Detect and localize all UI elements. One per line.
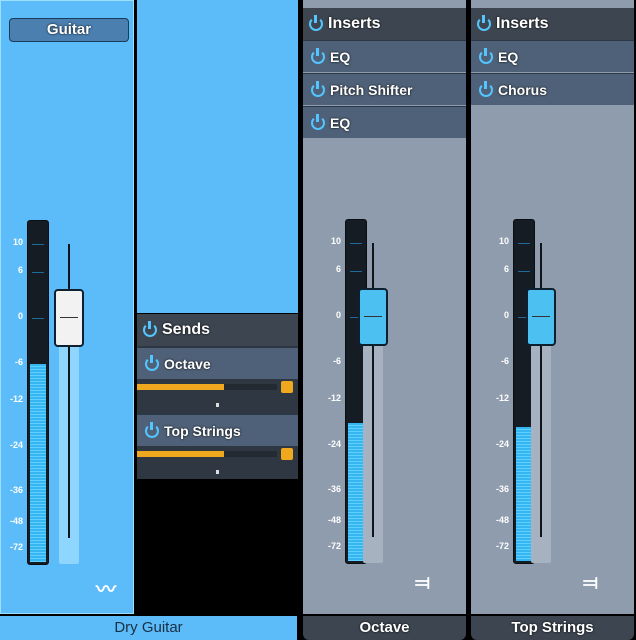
power-icon[interactable]	[143, 321, 157, 337]
scale-label: -24	[327, 439, 341, 449]
scale-label: -36	[495, 484, 509, 494]
scale-label: -12	[327, 393, 341, 403]
scale-label: 10	[498, 236, 509, 246]
scale-label: -12	[9, 394, 23, 404]
scale-label: -72	[327, 541, 341, 551]
scale-label: -6	[500, 356, 509, 366]
scale-label: 6	[335, 264, 341, 274]
scale-label: 10	[12, 237, 23, 247]
scale-label: -36	[9, 485, 23, 495]
output-routing-icon[interactable]: ⫤	[415, 572, 430, 595]
meter-mark	[518, 243, 530, 244]
meter-fill	[348, 423, 364, 561]
scale-label: -36	[327, 484, 341, 494]
meter-mark	[32, 272, 44, 273]
output-routing-icon[interactable]: ⫤	[583, 572, 598, 595]
inserts-title: Inserts	[328, 15, 381, 32]
meter-mark	[518, 271, 530, 272]
scale-label: 0	[335, 310, 341, 320]
scale-label: -48	[327, 515, 341, 525]
meter-fill	[30, 364, 46, 562]
scale-label: 0	[17, 311, 23, 321]
scale-label: -6	[332, 356, 341, 366]
power-icon[interactable]	[479, 47, 493, 64]
channel-strip-top-strings: Inserts EQ Chorus 10 6 0 -6 -12 -24 -36 -48 -72 ⫤	[471, 0, 634, 614]
power-icon[interactable]	[145, 421, 159, 438]
scale-label: -72	[9, 542, 23, 552]
level-meter	[27, 220, 49, 565]
insert-name: Pitch Shifter	[330, 81, 413, 98]
scale-label: 0	[503, 310, 509, 320]
send-level-fill	[137, 384, 224, 390]
power-icon[interactable]	[145, 354, 159, 371]
meter-mark	[350, 243, 362, 244]
send-name: Octave	[164, 355, 211, 372]
power-icon[interactable]	[309, 15, 323, 31]
volume-fader-handle[interactable]	[358, 288, 388, 346]
insert-slot[interactable]: Chorus	[471, 73, 634, 105]
meter-mark	[32, 244, 44, 245]
waveform-icon[interactable]: 〰	[96, 573, 116, 602]
channel-name-octave[interactable]: Octave	[303, 616, 466, 640]
scale-label: -72	[495, 541, 509, 551]
channel-name-dry-guitar[interactable]: Dry Guitar	[0, 616, 297, 640]
channel-strip-dry-guitar: Guitar 10 6 0 -6 -12 -24 -36 -48 -72 〰	[0, 0, 134, 614]
channel-name-top-strings[interactable]: Top Strings	[471, 616, 634, 640]
insert-slot[interactable]: Pitch Shifter	[303, 73, 466, 105]
insert-slot[interactable]: EQ	[303, 40, 466, 72]
power-icon[interactable]	[311, 113, 325, 130]
insert-name: EQ	[498, 48, 519, 65]
pre-post-icon[interactable]	[281, 381, 293, 393]
scale-label: 6	[17, 265, 23, 275]
insert-name: EQ	[330, 114, 351, 131]
input-selector-button[interactable]: Guitar	[9, 18, 129, 42]
scale-label: -24	[495, 439, 509, 449]
power-icon[interactable]	[311, 80, 325, 97]
volume-fader-handle[interactable]	[54, 289, 84, 347]
scale-label: -12	[495, 393, 509, 403]
insert-slot[interactable]: EQ	[471, 40, 634, 72]
scale-label: 10	[330, 236, 341, 246]
channel-strip-octave: Inserts EQ Pitch Shifter EQ 10 6 0 -6 -12 -24 -36…	[303, 0, 466, 614]
send-level-fill	[137, 451, 224, 457]
scale-label: -48	[9, 516, 23, 526]
insert-slot[interactable]: EQ	[303, 106, 466, 138]
send-pan-slider[interactable]	[216, 403, 219, 407]
scale-label: -24	[9, 440, 23, 450]
sends-title: Sends	[162, 321, 211, 338]
inserts-title: Inserts	[496, 15, 549, 32]
meter-mark	[32, 318, 44, 319]
send-slot[interactable]: Top Strings	[137, 414, 298, 446]
send-pan-slider[interactable]	[216, 470, 219, 474]
scale-label: -48	[495, 515, 509, 525]
power-icon[interactable]	[477, 15, 491, 31]
send-name: Top Strings	[164, 422, 241, 439]
power-icon[interactable]	[479, 80, 493, 97]
insert-name: EQ	[330, 48, 351, 65]
send-level-slider[interactable]	[137, 384, 277, 390]
scale-label: 6	[503, 264, 509, 274]
empty-area	[137, 0, 298, 313]
send-slot[interactable]: Octave	[137, 347, 298, 379]
inserts-header[interactable]: Inserts	[471, 8, 634, 40]
meter-mark	[350, 271, 362, 272]
insert-name: Chorus	[498, 81, 547, 98]
meter-fill	[516, 426, 532, 561]
volume-fader-handle[interactable]	[526, 288, 556, 346]
scale-label: -6	[14, 357, 23, 367]
power-icon[interactable]	[311, 47, 325, 64]
sends-header[interactable]: Sends	[137, 314, 298, 346]
send-level-slider[interactable]	[137, 451, 277, 457]
pre-post-icon[interactable]	[281, 448, 293, 460]
inserts-header[interactable]: Inserts	[303, 8, 466, 40]
sends-panel: Sends Octave Top Strings	[137, 314, 298, 479]
